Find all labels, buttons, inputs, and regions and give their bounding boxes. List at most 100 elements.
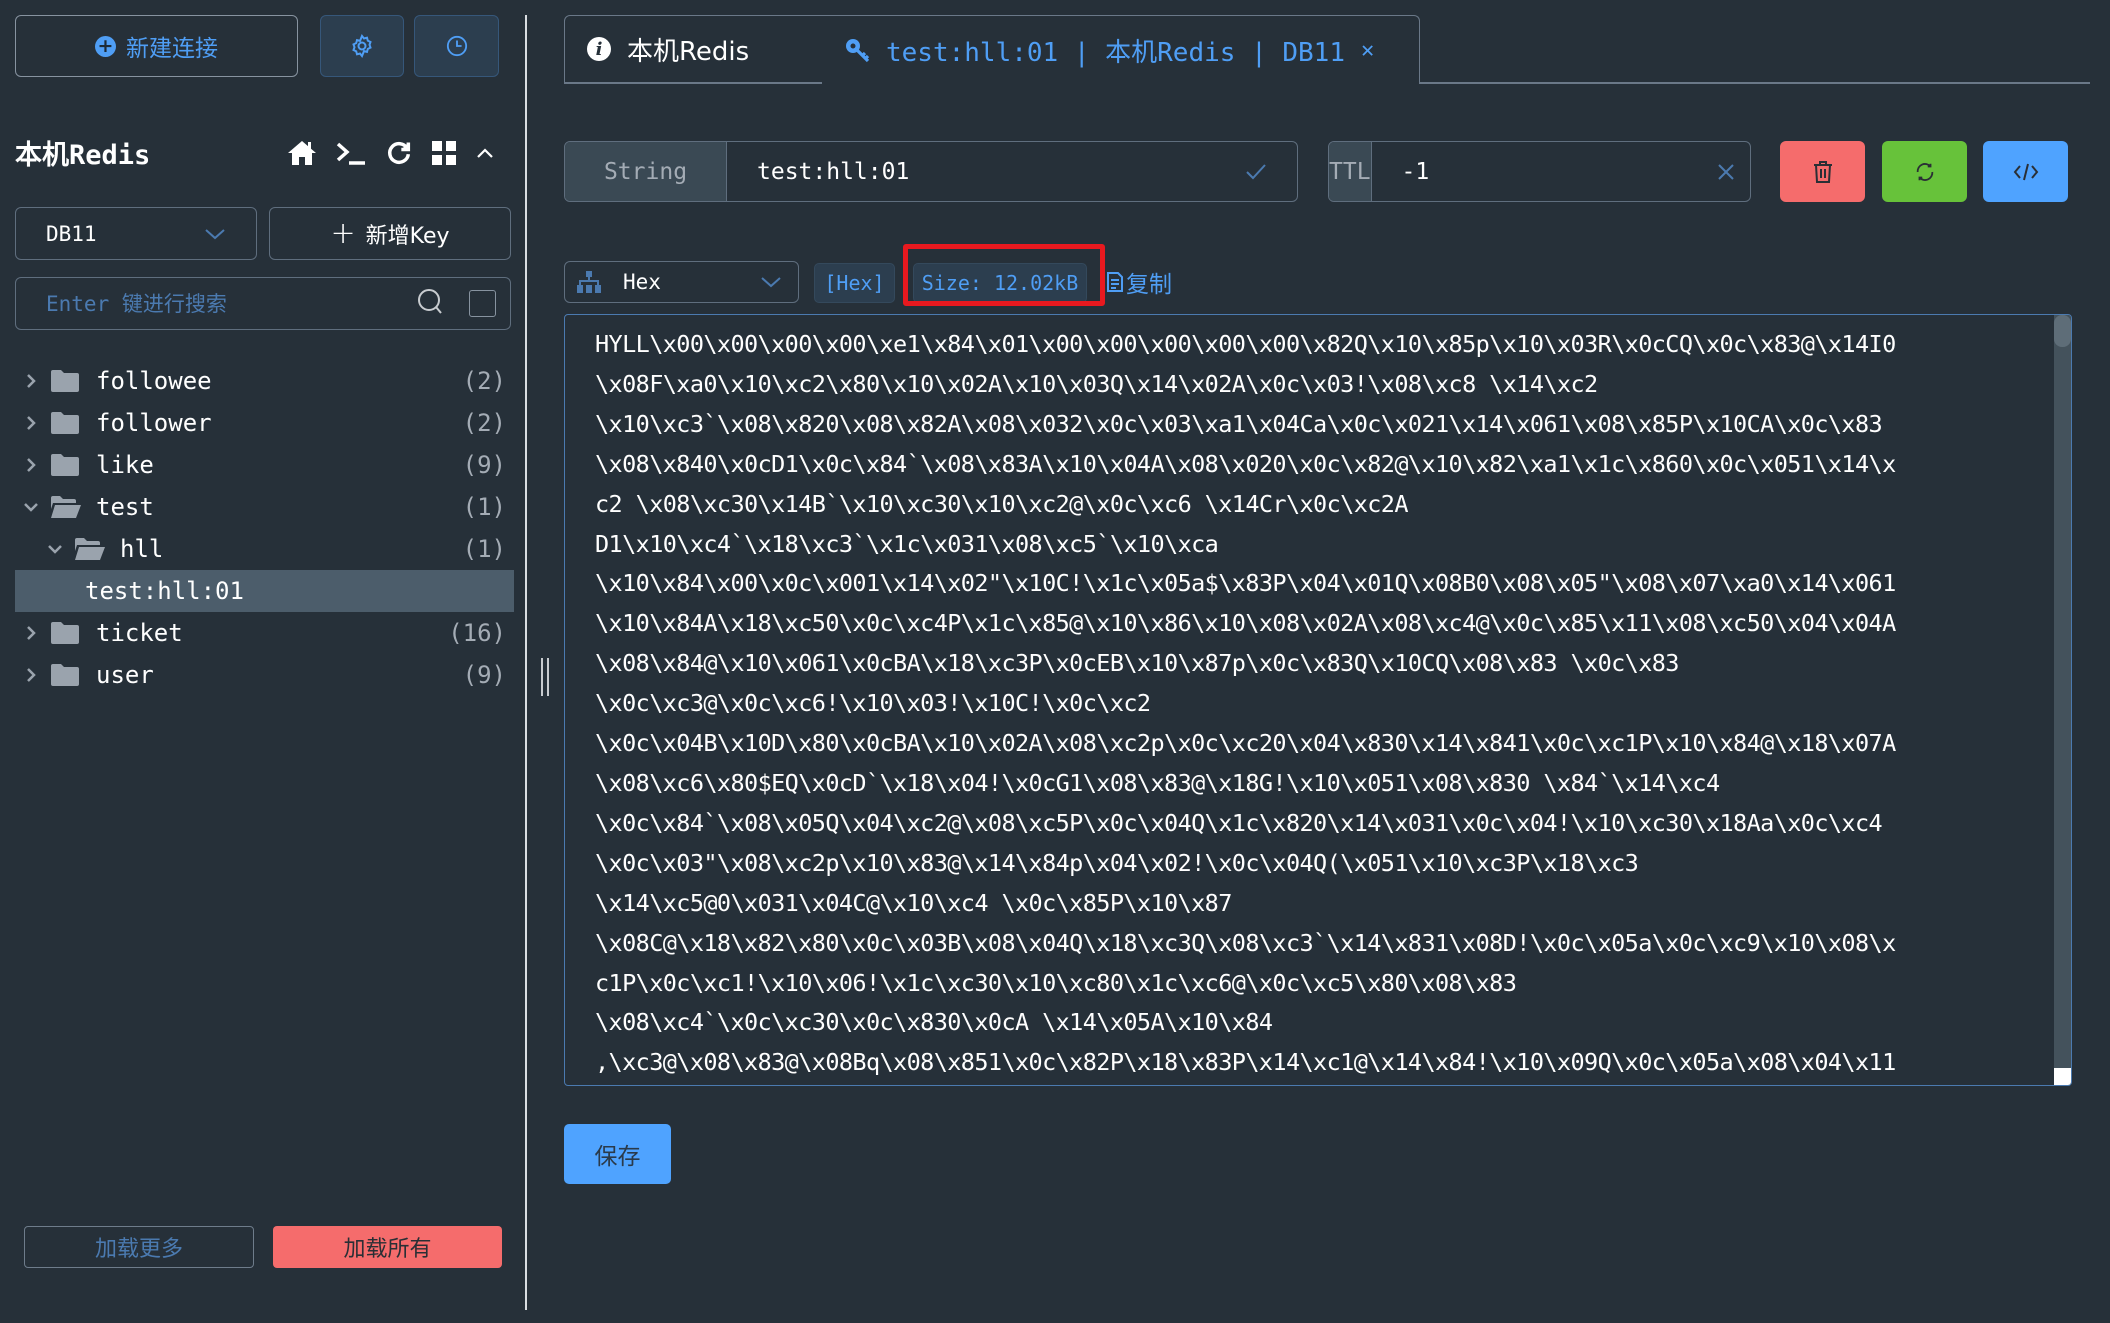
tree-folder-item[interactable]: hll (1) bbox=[15, 528, 514, 570]
value-line: \x08\xc6\x80$EQ\x0cD`\x18\x04!\x0cG1\x08… bbox=[595, 768, 1720, 797]
key-icon bbox=[844, 37, 870, 63]
grid-icon[interactable] bbox=[431, 140, 457, 166]
sidebar-resize-handle[interactable] bbox=[541, 658, 551, 696]
plus-icon: + bbox=[330, 216, 356, 251]
value-line: \x10\xc3`\x08\x820\x08\x82A\x08\x032\x0c… bbox=[595, 409, 1883, 438]
folder-open-icon bbox=[74, 537, 106, 561]
load-more-button[interactable]: 加载更多 bbox=[24, 1226, 254, 1268]
value-line: \x10\x84\x00\x0c\x001\x14\x02"\x10C!\x1c… bbox=[595, 569, 1896, 598]
tree-item-label: test bbox=[96, 493, 154, 521]
format-tag: [Hex] bbox=[814, 263, 895, 303]
key-name-input[interactable] bbox=[757, 158, 1225, 185]
tree-folder-item[interactable]: test (1) bbox=[15, 486, 514, 528]
chevron-right-icon[interactable] bbox=[20, 457, 42, 473]
folder-icon bbox=[50, 369, 82, 393]
delete-key-button[interactable] bbox=[1780, 141, 1865, 202]
tree-item-count: (1) bbox=[462, 493, 506, 521]
value-line: \x08\x84@\x10\x061\x0cBA\x18\xc3P\x0cEB\… bbox=[595, 649, 1679, 678]
tree-item-count: (2) bbox=[462, 409, 506, 437]
save-button[interactable]: 保存 bbox=[564, 1124, 671, 1184]
tree-item-label: test:hll:01 bbox=[85, 577, 244, 605]
connection-toolbar bbox=[287, 133, 495, 173]
tree-item-count: (16) bbox=[448, 619, 506, 647]
value-line: \x14\xc5@0\x031\x04C@\x10\xc4 \x0c\x85P\… bbox=[595, 888, 1232, 917]
tab-label: test:hll:01 | 本机Redis | DB11 bbox=[886, 37, 1345, 68]
connection-title: 本机Redis bbox=[15, 140, 151, 171]
chevron-right-icon[interactable] bbox=[20, 373, 42, 389]
info-icon: i bbox=[587, 37, 611, 61]
folder-icon bbox=[50, 411, 82, 435]
document-icon bbox=[1107, 272, 1123, 292]
ttl-label: TTL bbox=[1329, 142, 1372, 201]
chevron-down-icon[interactable] bbox=[20, 501, 42, 513]
value-line: c2 \x08\xc30\x14B`\x10\xc30\x10\xc2@\x0c… bbox=[595, 489, 1409, 518]
tree-item-count: (2) bbox=[462, 367, 506, 395]
tree-key-item[interactable]: test:hll:01 bbox=[15, 570, 514, 612]
copy-label: 复制 bbox=[1126, 272, 1172, 298]
tab-key-detail[interactable]: test:hll:01 | 本机Redis | DB11 ✕ bbox=[822, 15, 1420, 84]
tree-folder-item[interactable]: follower (2) bbox=[15, 402, 514, 444]
view-format-value: Hex bbox=[623, 270, 661, 294]
home-icon[interactable] bbox=[287, 139, 317, 167]
folder-icon bbox=[50, 453, 82, 477]
key-name-group: String bbox=[564, 141, 1298, 202]
resize-grip[interactable] bbox=[2054, 1068, 2071, 1085]
check-icon[interactable] bbox=[1245, 163, 1267, 181]
refresh-icon bbox=[1916, 162, 1933, 181]
ttl-group: TTL bbox=[1328, 141, 1751, 202]
scroll-thumb[interactable] bbox=[2054, 315, 2071, 347]
copy-button[interactable]: 复制 bbox=[1106, 264, 1172, 300]
new-connection-button[interactable]: + 新建连接 bbox=[15, 15, 298, 77]
settings-button[interactable] bbox=[320, 15, 404, 77]
folder-open-icon bbox=[50, 495, 82, 519]
value-line: \x08C@\x18\x82\x80\x0c\x03B\x08\x04Q\x18… bbox=[595, 928, 1896, 957]
history-button[interactable] bbox=[414, 15, 499, 77]
value-line: \x0c\x04B\x10D\x80\x0cBA\x10\x02A\x08\xc… bbox=[595, 729, 1896, 758]
value-textarea[interactable]: HYLL\x00\x00\x00\x00\xe1\x84\x01\x00\x00… bbox=[564, 314, 2072, 1086]
ttl-input[interactable] bbox=[1401, 158, 1697, 185]
load-all-button[interactable]: 加载所有 bbox=[273, 1226, 502, 1268]
code-view-button[interactable] bbox=[1983, 141, 2068, 202]
chevron-up-icon[interactable] bbox=[475, 146, 495, 160]
tree-item-label: like bbox=[96, 451, 154, 479]
exact-search-checkbox[interactable] bbox=[469, 290, 496, 317]
chevron-right-icon[interactable] bbox=[20, 415, 42, 431]
tree-folder-item[interactable]: followee (2) bbox=[15, 360, 514, 402]
view-format-select[interactable]: Hex bbox=[564, 261, 799, 303]
key-search-input[interactable] bbox=[46, 291, 417, 316]
add-key-button[interactable]: + 新增Key bbox=[269, 207, 511, 260]
terminal-icon[interactable] bbox=[335, 140, 367, 166]
clear-icon[interactable] bbox=[1717, 163, 1735, 181]
value-line: \x0c\x84`\x08\x05Q\x04\xc2@\x08\xc5P\x0c… bbox=[595, 808, 1883, 837]
trash-icon bbox=[1813, 160, 1832, 183]
refresh-icon[interactable] bbox=[385, 139, 413, 167]
chevron-right-icon[interactable] bbox=[20, 667, 42, 683]
tree-item-label: ticket bbox=[96, 619, 183, 647]
chevron-down-icon bbox=[760, 270, 782, 294]
tree-folder-item[interactable]: like (9) bbox=[15, 444, 514, 486]
key-type-badge: String bbox=[565, 142, 727, 201]
value-line: HYLL\x00\x00\x00\x00\xe1\x84\x01\x00\x00… bbox=[595, 330, 1896, 358]
chevron-right-icon[interactable] bbox=[20, 625, 42, 641]
chevron-down-icon[interactable] bbox=[44, 543, 66, 555]
value-line: \x08\xc4`\x0c\xc30\x0c\x830\x0cA \x14\x0… bbox=[595, 1008, 1273, 1037]
value-line: c1P\x0c\xc1!\x10\x06!\x1c\xc30\x10\xc80\… bbox=[595, 968, 1517, 997]
search-icon[interactable] bbox=[417, 288, 445, 320]
value-line: ,\xc3@\x08\x83@\x08Bq\x08\x851\x0c\x82P\… bbox=[595, 1048, 1896, 1077]
size-tag: Size: 12.02kB bbox=[913, 263, 1087, 303]
db-select[interactable]: DB11 bbox=[15, 207, 257, 260]
value-line: D1\x10\xc4`\x18\xc3`\x1c\x031\x08\xc5`\x… bbox=[595, 529, 1219, 558]
value-scrollbar[interactable] bbox=[2054, 315, 2071, 1085]
value-line: \x08\x840\x0cD1\x0c\x84`\x08\x83A\x10\x0… bbox=[595, 449, 1896, 478]
tab-connection-info[interactable]: i 本机Redis bbox=[564, 15, 823, 83]
value-line: \x10\x84A\x18\xc50\x0c\xc4P\x1c\x85@\x10… bbox=[595, 609, 1896, 638]
tree-item-count: (1) bbox=[462, 535, 506, 563]
value-line: \x0c\xc3@\x0c\xc6!\x10\x03!\x10C!\x0c\xc… bbox=[595, 689, 1151, 718]
close-icon[interactable]: ✕ bbox=[1361, 38, 1374, 63]
tree-folder-item[interactable]: ticket (16) bbox=[15, 612, 514, 654]
folder-icon bbox=[50, 621, 82, 645]
tree-item-count: (9) bbox=[462, 451, 506, 479]
sitemap-icon bbox=[577, 271, 601, 293]
refresh-key-button[interactable] bbox=[1882, 141, 1967, 202]
tree-folder-item[interactable]: user (9) bbox=[15, 654, 514, 696]
